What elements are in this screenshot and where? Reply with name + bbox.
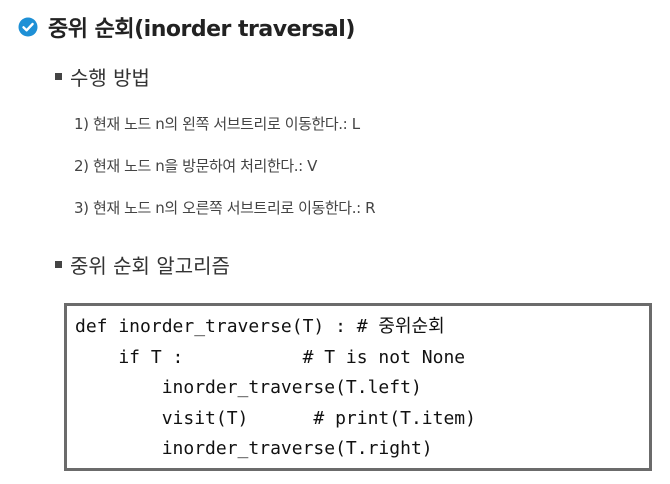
title-row: 중위 순회(inorder traversal) xyxy=(18,10,355,44)
bullet-square-icon xyxy=(55,261,62,268)
steps-list: 1) 현재 노드 n의 왼쪽 서브트리로 이동한다.: L 2) 현재 노드 n… xyxy=(74,110,376,236)
code-line: inorder_traverse(T.left) xyxy=(75,377,422,398)
bullet-square-icon xyxy=(55,73,62,80)
check-circle-icon xyxy=(18,17,38,37)
section-title-method: 수행 방법 xyxy=(70,66,150,90)
step-item: 2) 현재 노드 n을 방문하여 처리한다.: V xyxy=(74,157,317,175)
code-block: def inorder_traverse(T) : # 중위순회 if T : … xyxy=(64,303,652,471)
page-title: 중위 순회(inorder traversal) xyxy=(48,17,355,42)
step-item: 3) 현재 노드 n의 오른쪽 서브트리로 이동한다.: R xyxy=(74,199,376,217)
step-item: 1) 현재 노드 n의 왼쪽 서브트리로 이동한다.: L xyxy=(74,115,360,133)
code-line: def inorder_traverse(T) : # 중위순회 xyxy=(75,316,445,337)
code-line: if T : # T is not None xyxy=(75,346,466,368)
section-title-algorithm: 중위 순회 알고리즘 xyxy=(70,254,230,278)
section-algorithm: 중위 순회 알고리즘 xyxy=(55,250,230,279)
code-line: inorder_traverse(T.right) xyxy=(75,438,433,459)
code-line: visit(T) # print(T.item) xyxy=(75,407,476,429)
section-method: 수행 방법 xyxy=(55,62,150,91)
